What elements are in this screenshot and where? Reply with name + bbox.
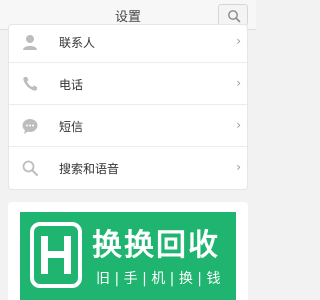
chevron-right-icon: › <box>236 76 241 90</box>
settings-item-contacts[interactable]: 联系人 › <box>9 25 247 63</box>
h-logo-icon <box>41 236 71 274</box>
settings-item-phone[interactable]: 电话 › <box>9 63 247 105</box>
search-icon <box>228 10 241 23</box>
chevron-right-icon: › <box>236 160 241 174</box>
ad-banner[interactable]: 换换回收 旧 | 手 | 机 | 换 | 钱 <box>20 212 236 300</box>
chevron-right-icon: › <box>236 118 241 132</box>
contact-icon <box>23 35 37 50</box>
settings-list: 联系人 › 电话 › 短信 › 搜索和语音 › <box>8 24 248 190</box>
banner-subtitle: 旧 | 手 | 机 | 换 | 钱 <box>96 271 221 287</box>
search-icon <box>22 160 38 176</box>
settings-item-label: 电话 <box>59 78 84 92</box>
chevron-right-icon: › <box>236 34 241 48</box>
settings-item-search-voice[interactable]: 搜索和语音 › <box>9 147 247 189</box>
phone-icon <box>23 77 37 91</box>
settings-item-label: 搜索和语音 <box>59 162 120 176</box>
banner-title: 换换回收 <box>92 228 220 263</box>
settings-item-label: 短信 <box>59 120 84 134</box>
message-icon <box>22 119 38 134</box>
settings-item-sms[interactable]: 短信 › <box>9 105 247 147</box>
settings-item-label: 联系人 <box>59 36 96 50</box>
brand-logo <box>30 222 82 288</box>
search-button[interactable] <box>218 4 248 26</box>
ad-card: 换换回收 旧 | 手 | 机 | 换 | 钱 <box>8 202 248 300</box>
